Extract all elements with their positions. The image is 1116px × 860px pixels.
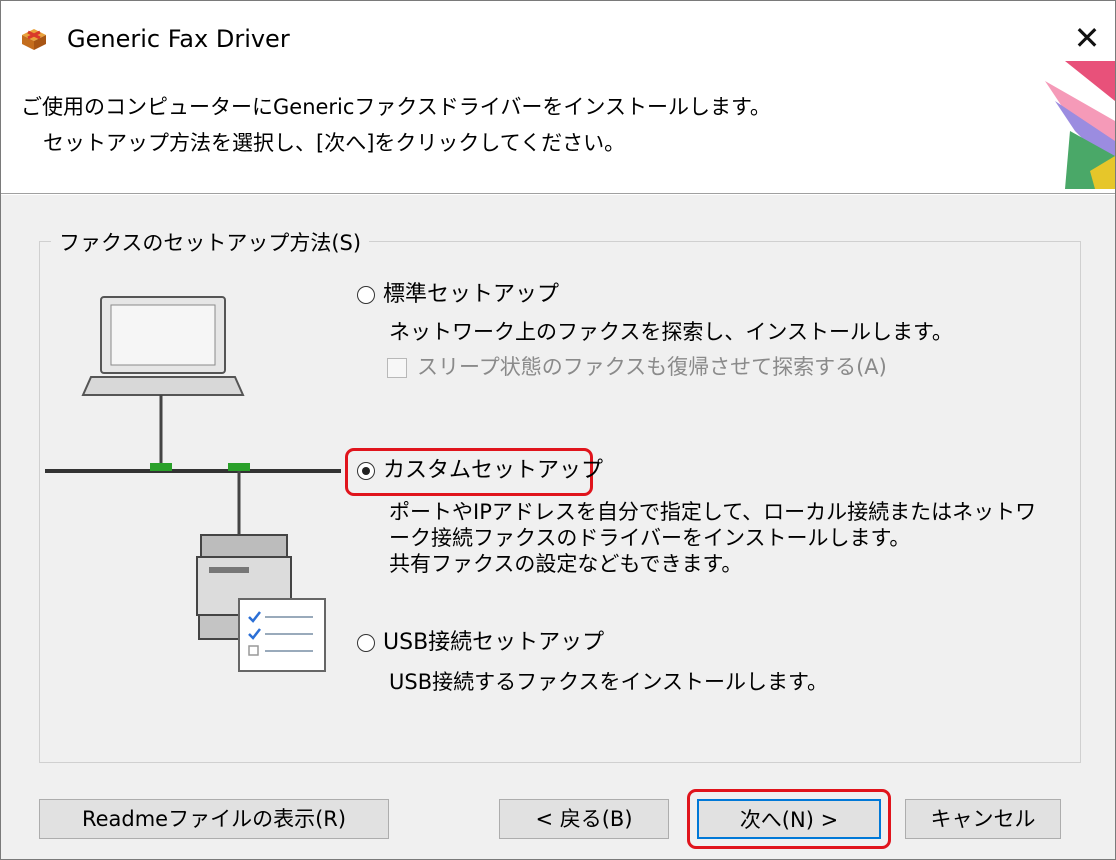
readme-button[interactable]: Readmeファイルの表示(R) — [39, 799, 389, 839]
header-instruction-1: ご使用のコンピューターにGenericファクスドライバーをインストールします。 — [21, 95, 771, 119]
cancel-button[interactable]: キャンセル — [905, 799, 1061, 839]
header-separator-highlight — [1, 194, 1115, 195]
window-title: Generic Fax Driver — [67, 25, 290, 53]
label-usb-setup[interactable]: USB接続セットアップ — [383, 629, 604, 657]
laptop-icon — [81, 296, 245, 396]
label-custom-setup[interactable]: カスタムセットアップ — [383, 457, 603, 485]
checkbox-wake-sleeping-fax — [387, 358, 407, 378]
header-instruction-2: セットアップ方法を選択し、[次へ]をクリックしてください。 — [43, 131, 626, 155]
label-standard-setup[interactable]: 標準セットアップ — [383, 281, 559, 309]
desc-standard-setup: ネットワーク上のファクスを探索し、インストールします。 — [389, 320, 953, 344]
next-button[interactable]: 次へ(N) > — [697, 799, 881, 839]
header-graphic — [1045, 61, 1115, 189]
close-icon[interactable]: ✕ — [1065, 17, 1109, 59]
desc-custom-setup-1: ポートやIPアドレスを自分で指定して、ローカル接続またはネットワ — [389, 500, 1037, 524]
desc-custom-setup-3: 共有ファクスの設定などもできます。 — [389, 552, 743, 576]
desc-usb-setup: USB接続するファクスをインストールします。 — [389, 670, 828, 694]
app-icon — [22, 29, 46, 50]
desc-custom-setup-2: ーク接続ファクスのドライバーをインストールします。 — [389, 526, 911, 550]
label-wake-sleeping-fax: スリープ状態のファクスも復帰させて探索する(A) — [417, 355, 887, 379]
back-button[interactable]: < 戻る(B) — [499, 799, 669, 839]
header-panel: ご使用のコンピューターにGenericファクスドライバーをインストールします。 … — [1, 57, 1115, 193]
checklist-icon — [238, 598, 326, 672]
radio-usb-setup[interactable] — [357, 634, 375, 652]
network-illustration — [45, 296, 341, 672]
radio-standard-setup[interactable] — [357, 286, 375, 304]
radio-selected-dot — [361, 466, 370, 475]
setup-dialog: Generic Fax Driver ✕ ご使用のコンピューターにGeneric… — [0, 0, 1116, 860]
radio-custom-setup[interactable] — [357, 462, 375, 480]
